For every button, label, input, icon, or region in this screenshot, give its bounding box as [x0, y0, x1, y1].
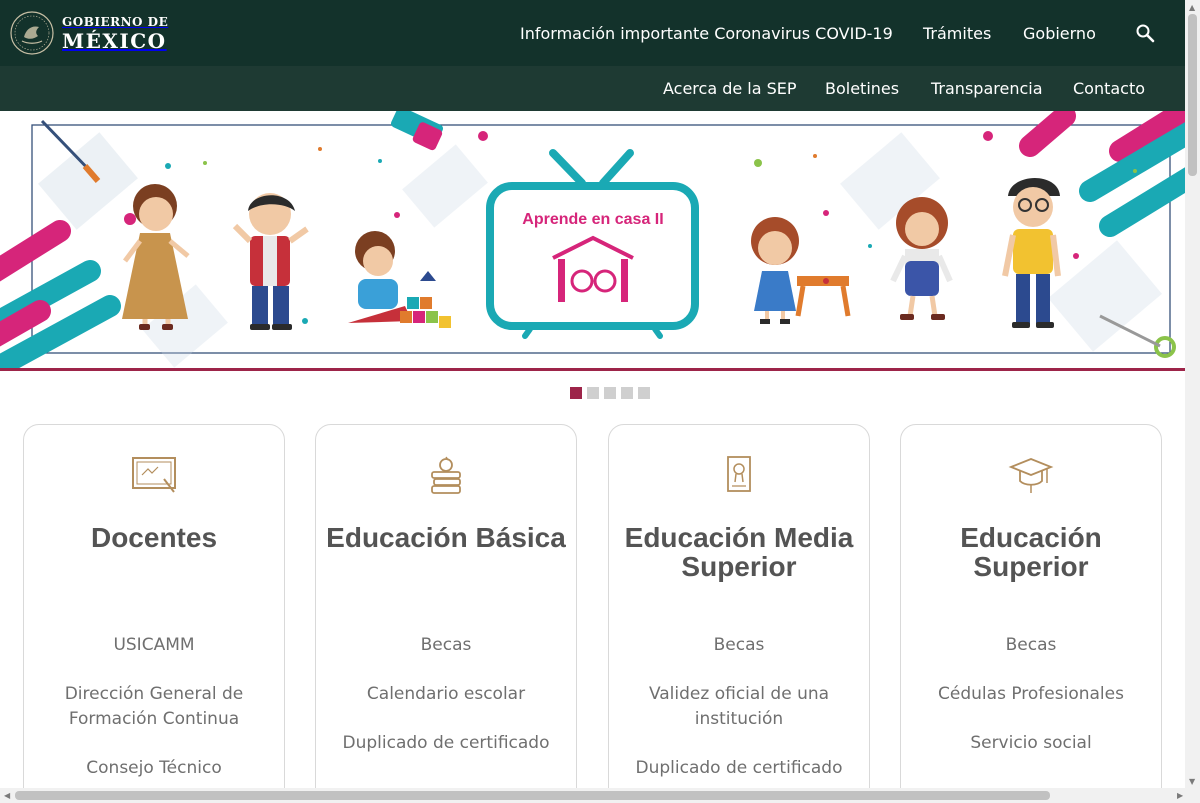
scroll-left-arrow-icon[interactable]: ◀ [4, 791, 10, 800]
card-educacion-superior: Educación Superior Becas Cédulas Profesi… [900, 424, 1162, 803]
vertical-scrollbar-thumb[interactable] [1188, 14, 1197, 176]
card-title: Educación Básica [326, 522, 566, 553]
card-link[interactable]: Servicio social [970, 733, 1091, 753]
certificate-icon [727, 456, 751, 492]
gobierno-de-mexico-logo[interactable]: GOBIERNO DE MÉXICO [10, 11, 168, 55]
carousel-dot-3[interactable] [604, 387, 616, 399]
banner-title: Aprende en casa II [522, 211, 664, 228]
nav-gobierno[interactable]: Gobierno [1023, 24, 1096, 43]
card-link[interactable]: Becas [1006, 635, 1057, 655]
subnav-transparencia[interactable]: Transparencia [931, 79, 1043, 98]
carousel-indicators [570, 387, 650, 399]
books-apple-icon [431, 456, 461, 494]
carousel-dot-2[interactable] [587, 387, 599, 399]
subnav-boletines[interactable]: Boletines [825, 79, 899, 98]
banner-illustration [0, 111, 1185, 371]
national-seal-icon [10, 11, 54, 55]
card-link[interactable]: Dirección General de Formación Continua [65, 684, 244, 729]
card-title: Docentes [90, 522, 218, 553]
card-link[interactable]: Calendario escolar [367, 684, 525, 704]
card-title: Educación Superior [960, 522, 1102, 582]
nav-covid-info[interactable]: Información importante Coronavirus COVID… [520, 24, 893, 43]
chalkboard-icon [132, 457, 176, 493]
banner-bottom-line [0, 368, 1185, 371]
logo-line-2: MÉXICO [62, 28, 167, 53]
card-link[interactable]: Consejo Técnico [86, 758, 221, 778]
scroll-right-arrow-icon[interactable]: ▶ [1177, 791, 1183, 800]
card-educacion-media-superior: Educación Media Superior Becas Validez o… [608, 424, 870, 803]
card-link[interactable]: Cédulas Profesionales [938, 684, 1124, 704]
carousel-dot-4[interactable] [621, 387, 633, 399]
nav-tramites[interactable]: Trámites [923, 24, 991, 43]
scroll-down-arrow-icon[interactable]: ▼ [1189, 777, 1195, 786]
card-link[interactable]: USICAMM [113, 635, 194, 655]
subnav-acerca[interactable]: Acerca de la SEP [663, 79, 797, 98]
card-educacion-basica: Educación Básica Becas Calendario escola… [315, 424, 577, 803]
logo-wordmark: GOBIERNO DE MÉXICO [62, 16, 168, 51]
search-icon[interactable] [1135, 23, 1155, 43]
subnav-contacto[interactable]: Contacto [1073, 79, 1145, 98]
logo-line-1: GOBIERNO DE [62, 14, 169, 29]
horizontal-scrollbar-thumb[interactable] [15, 791, 1050, 800]
hero-banner[interactable] [0, 111, 1185, 371]
carousel-dot-1[interactable] [570, 387, 582, 399]
card-link[interactable]: Duplicado de certificado [343, 733, 550, 753]
carousel-dot-5[interactable] [638, 387, 650, 399]
graduation-cap-icon [1008, 458, 1054, 493]
scroll-up-arrow-icon[interactable]: ▲ [1189, 3, 1195, 12]
card-link[interactable]: Becas [714, 635, 765, 655]
card-link[interactable]: Becas [421, 635, 472, 655]
card-link[interactable]: Duplicado de certificado [636, 758, 843, 778]
card-link[interactable]: Validez oficial de una institución [649, 684, 829, 729]
card-docentes: Docentes USICAMM Dirección General de Fo… [23, 424, 285, 803]
card-title: Educación Media Superior [624, 522, 854, 582]
